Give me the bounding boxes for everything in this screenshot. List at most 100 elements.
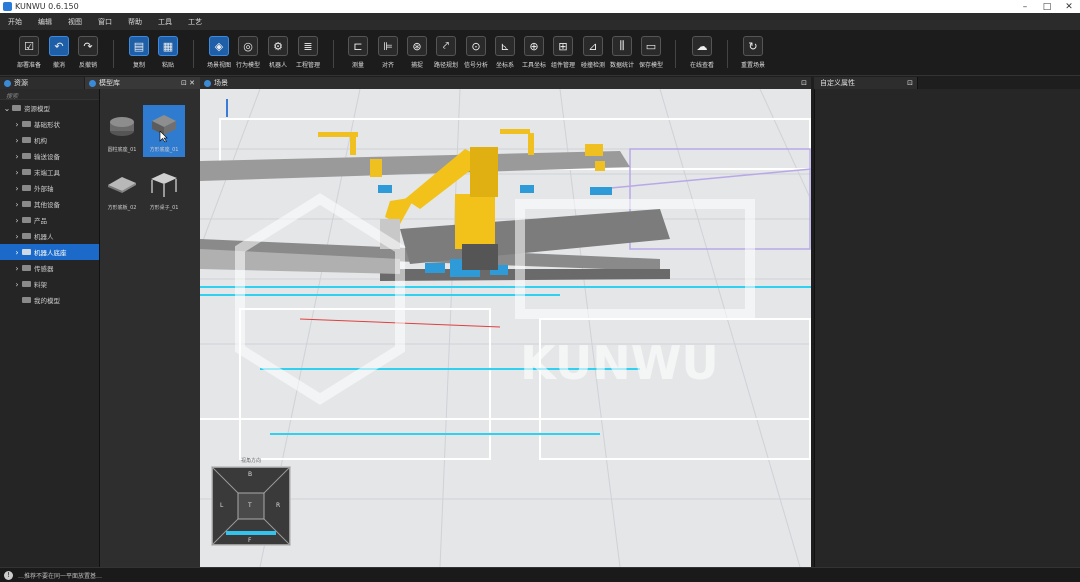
- nav-left-face[interactable]: L: [220, 502, 223, 509]
- paste-icon: ▦: [158, 36, 178, 56]
- copy-icon: ▤: [129, 36, 149, 56]
- chevron-right-icon[interactable]: ›: [12, 168, 22, 177]
- folder-icon: [22, 249, 31, 255]
- chevron-right-icon[interactable]: ›: [12, 136, 22, 145]
- paste-button[interactable]: ▦ 粘贴: [149, 36, 187, 69]
- menu-start[interactable]: 开始: [0, 17, 30, 27]
- view-navigator[interactable]: 视角方向 B L R T F: [210, 457, 292, 547]
- align-icon: ⊫: [378, 36, 398, 56]
- tree-item-selected[interactable]: › 机器人底座: [0, 244, 99, 260]
- folder-icon: [22, 201, 31, 207]
- snap-icon: ⊛: [407, 36, 427, 56]
- target-icon: ◎: [238, 36, 258, 56]
- refresh-icon: ↻: [743, 36, 763, 56]
- library-item[interactable]: 方形桌子_01: [143, 163, 185, 215]
- close-icon[interactable]: ✕: [1058, 2, 1080, 12]
- tree-item[interactable]: › 传感器: [0, 260, 99, 276]
- panel-maximize-icon[interactable]: ⊡: [801, 79, 807, 87]
- scene-viewport[interactable]: KUNWU 视角方向 B L R T F: [200, 89, 811, 567]
- chevron-right-icon[interactable]: ›: [12, 200, 22, 209]
- tree-item[interactable]: › 其他设备: [0, 196, 99, 212]
- library-item-selected[interactable]: 方形底座_01: [143, 105, 185, 157]
- tab-scene[interactable]: 场景 ⊡: [200, 77, 811, 89]
- menu-edit[interactable]: 编辑: [30, 17, 60, 27]
- save-model-button[interactable]: ▭ 保存模型: [632, 36, 670, 69]
- path-icon: ⤤: [436, 36, 456, 56]
- folder-icon: [22, 185, 31, 191]
- measure-icon: ⊏: [348, 36, 368, 56]
- chevron-right-icon[interactable]: ›: [12, 280, 22, 289]
- chevron-right-icon[interactable]: ›: [12, 248, 22, 257]
- library-item[interactable]: 方形底板_02: [101, 163, 143, 215]
- tab-custom-props[interactable]: 自定义属性 ⊡: [814, 77, 918, 89]
- panel-close-icon[interactable]: ⊡ ✕: [181, 79, 195, 87]
- project-manage-button[interactable]: ≣ 工程管理: [289, 36, 327, 69]
- folder-icon: [22, 153, 31, 159]
- cloud-icon: ☁: [692, 36, 712, 56]
- tree-root[interactable]: ⌄ 资源模型: [0, 100, 99, 116]
- maximize-icon[interactable]: □: [1036, 2, 1058, 12]
- tree-item[interactable]: › 末端工具: [0, 164, 99, 180]
- online-view-button[interactable]: ☁ 在线查看: [683, 36, 721, 69]
- status-bar: ! …推荐不要在同一平面放置基…: [0, 567, 1080, 582]
- title-bar: KUNWU 0.6.150 – □ ✕: [0, 0, 1080, 13]
- folder-icon: [22, 169, 31, 175]
- tree-item-my-models[interactable]: 我的模型: [0, 292, 99, 308]
- custom-properties-panel: [814, 89, 1080, 567]
- toolbar-divider: [193, 40, 194, 68]
- nav-top-face[interactable]: B: [248, 471, 252, 478]
- tree-item[interactable]: › 产品: [0, 212, 99, 228]
- tree-item[interactable]: › 机器人: [0, 228, 99, 244]
- folder-icon: [12, 105, 21, 111]
- folder-icon: [22, 233, 31, 239]
- menu-window[interactable]: 窗口: [90, 17, 120, 27]
- chevron-right-icon[interactable]: ›: [12, 120, 22, 129]
- component-icon: ⊞: [553, 36, 573, 56]
- list-icon: ≣: [298, 36, 318, 56]
- folder-icon: [22, 297, 31, 303]
- toolbar-divider: [727, 40, 728, 68]
- cube-icon: ◈: [209, 36, 229, 56]
- menu-view[interactable]: 视图: [60, 17, 90, 27]
- library-item[interactable]: 圆柱底座_01: [101, 105, 143, 157]
- tree-item[interactable]: › 机构: [0, 132, 99, 148]
- chevron-right-icon[interactable]: ›: [12, 232, 22, 241]
- reset-scene-button[interactable]: ↻ 重置场景: [734, 36, 772, 69]
- square-table-icon: [151, 173, 177, 197]
- chart-icon: ⫼: [612, 36, 632, 56]
- chevron-right-icon[interactable]: ›: [12, 264, 22, 273]
- navigator-title: 视角方向: [240, 458, 261, 464]
- axis-icon: ⊾: [495, 36, 515, 56]
- nav-right-face[interactable]: R: [276, 502, 280, 509]
- menu-bar: 开始 编辑 视图 窗口 帮助 工具 工艺: [0, 13, 1080, 30]
- minimize-icon[interactable]: –: [1014, 2, 1036, 12]
- status-text: …推荐不要在同一平面放置基…: [18, 572, 103, 580]
- panel-icon: [204, 79, 211, 87]
- toolbar-divider: [333, 40, 334, 68]
- collision-icon: ⊿: [583, 36, 603, 56]
- chevron-right-icon[interactable]: ›: [12, 152, 22, 161]
- panel-maximize-icon[interactable]: ⊡: [907, 79, 913, 87]
- tree-item[interactable]: › 基础形状: [0, 116, 99, 132]
- checkbox-icon: ☑: [19, 36, 39, 56]
- tree-item[interactable]: › 输送设备: [0, 148, 99, 164]
- menu-help[interactable]: 帮助: [120, 17, 150, 27]
- tree-item[interactable]: › 外部轴: [0, 180, 99, 196]
- axis-marker: [226, 99, 228, 117]
- tree-item[interactable]: › 料架: [0, 276, 99, 292]
- info-icon: !: [4, 570, 13, 580]
- nav-front-face[interactable]: F: [248, 537, 251, 544]
- nav-center-face[interactable]: T: [248, 502, 252, 509]
- chevron-right-icon[interactable]: ›: [12, 184, 22, 193]
- toolbar-divider: [675, 40, 676, 68]
- menu-craft[interactable]: 工艺: [180, 17, 210, 27]
- redo-button[interactable]: ↷ 反撤销: [69, 36, 107, 69]
- tab-model-library[interactable]: 模型库 ⊡ ✕: [85, 77, 200, 89]
- tree-search-input[interactable]: 搜索: [0, 89, 99, 100]
- square-plate-icon: [108, 177, 136, 193]
- chevron-down-icon[interactable]: ⌄: [2, 104, 12, 113]
- menu-tools[interactable]: 工具: [150, 17, 180, 27]
- chevron-right-icon[interactable]: ›: [12, 216, 22, 225]
- app-title: KUNWU 0.6.150: [15, 2, 79, 11]
- tab-resources[interactable]: 资源: [0, 77, 84, 89]
